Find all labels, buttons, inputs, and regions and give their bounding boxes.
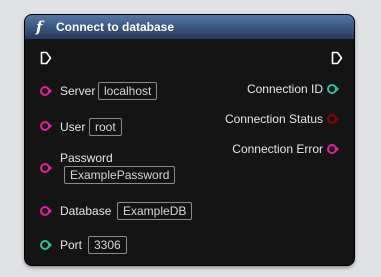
connection-status-label: Connection Status bbox=[224, 112, 323, 126]
exec-input-pin-icon[interactable] bbox=[40, 51, 52, 65]
password-input[interactable]: ExamplePassword bbox=[64, 166, 176, 184]
connect-to-database-node[interactable]: f Connect to database Server localhost U… bbox=[25, 15, 354, 265]
connection-error-label: Connection Error bbox=[232, 142, 323, 156]
connection-status-pin-icon[interactable] bbox=[327, 113, 339, 125]
function-icon: f bbox=[36, 18, 43, 36]
server-label: Server bbox=[60, 84, 96, 98]
database-label: Database bbox=[60, 204, 112, 218]
password-pin-icon[interactable] bbox=[40, 162, 52, 174]
database-pin-icon[interactable] bbox=[40, 205, 52, 217]
port-pin-icon[interactable] bbox=[40, 239, 52, 251]
exec-output-pin-icon[interactable] bbox=[331, 51, 343, 65]
port-input[interactable]: 3306 bbox=[88, 236, 127, 254]
database-input[interactable]: ExampleDB bbox=[117, 202, 193, 220]
user-pin-icon[interactable] bbox=[40, 120, 52, 132]
node-title: Connect to database bbox=[56, 20, 175, 34]
user-input[interactable]: root bbox=[89, 118, 122, 136]
server-input[interactable]: localhost bbox=[98, 82, 158, 100]
server-pin-icon[interactable] bbox=[40, 85, 52, 97]
connection-id-label: Connection ID bbox=[246, 82, 323, 96]
connection-error-pin-icon[interactable] bbox=[327, 143, 339, 155]
node-header[interactable]: f Connect to database bbox=[25, 15, 354, 40]
connection-id-pin-icon[interactable] bbox=[327, 83, 339, 95]
port-label: Port bbox=[60, 238, 83, 252]
user-label: User bbox=[60, 120, 86, 134]
password-label: Password bbox=[60, 151, 113, 165]
